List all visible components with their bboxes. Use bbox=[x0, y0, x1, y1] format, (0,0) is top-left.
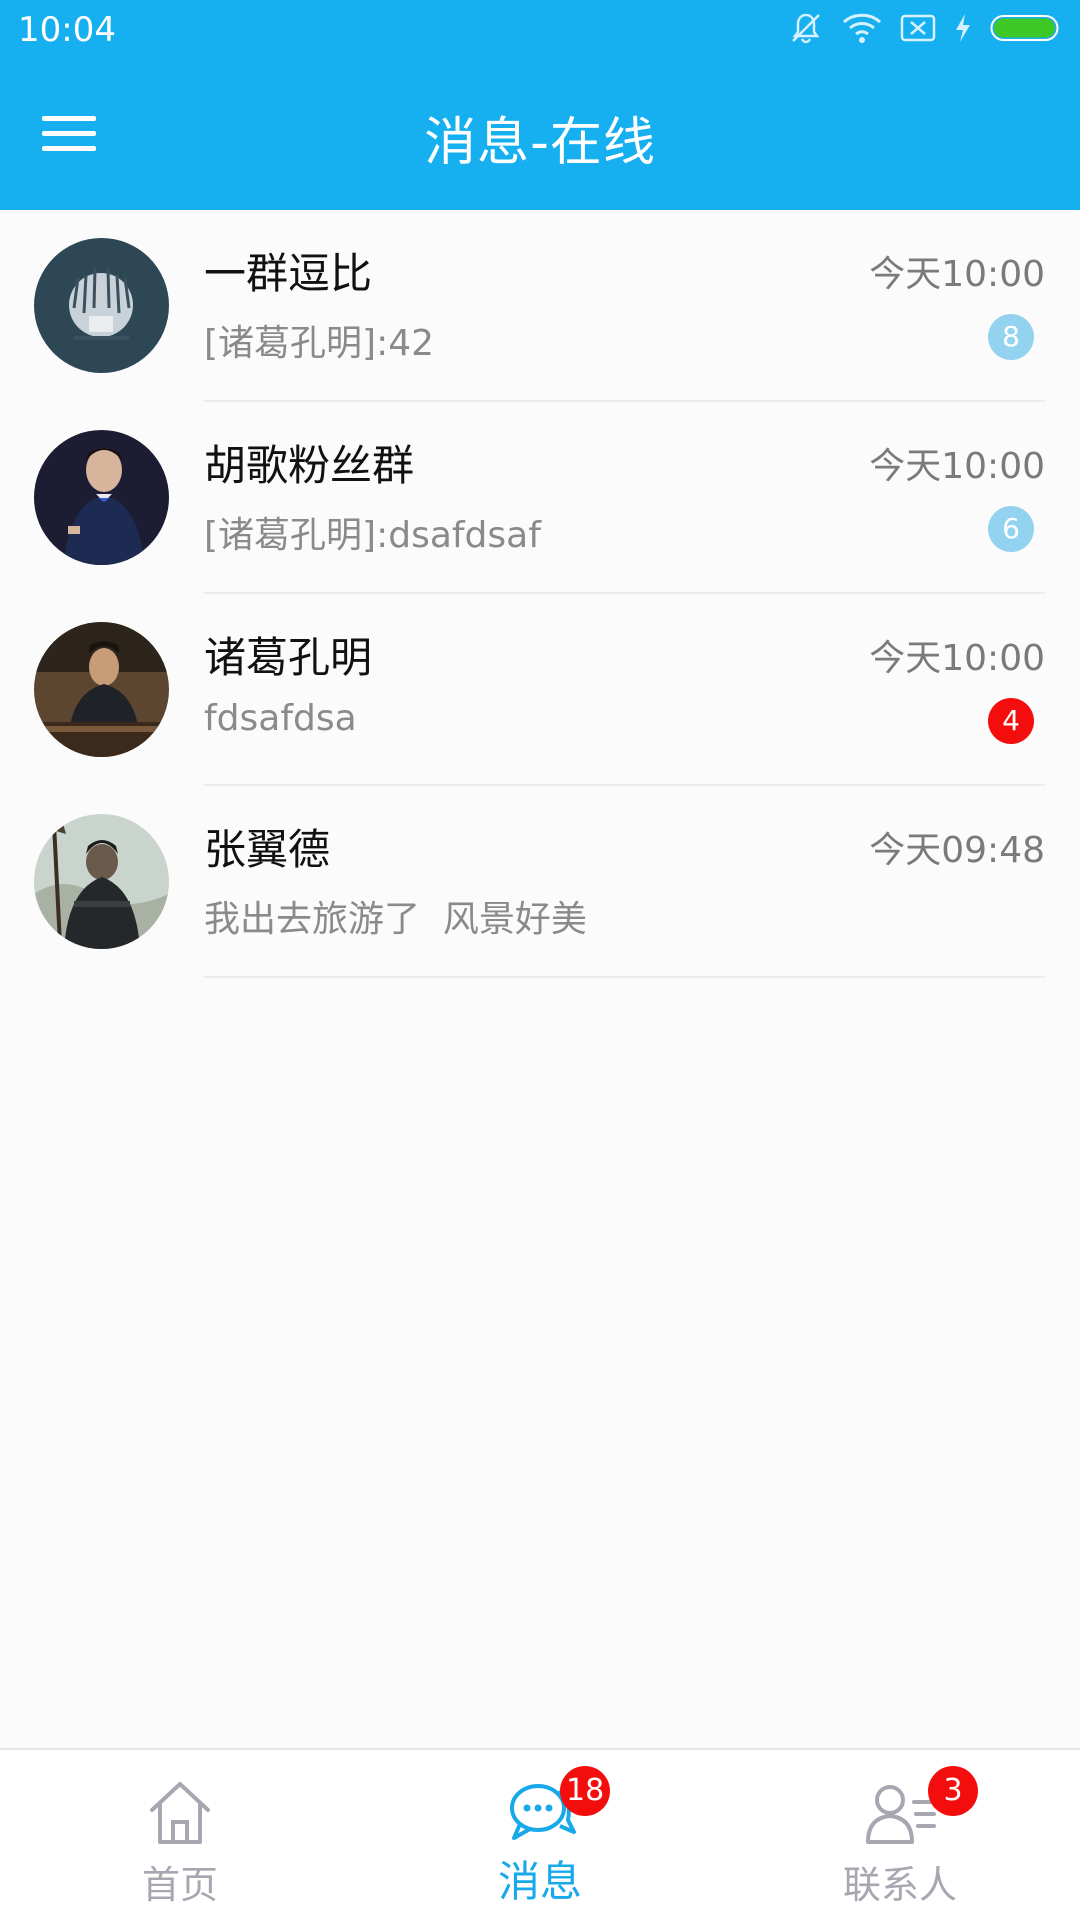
conversation-item[interactable]: 张翼德 今天09:48 我出去旅游了 风景好美 bbox=[0, 786, 1080, 978]
battery-icon bbox=[990, 13, 1062, 47]
unread-badge: 6 bbox=[988, 506, 1034, 552]
wifi-icon bbox=[842, 12, 882, 48]
group-avatar bbox=[34, 430, 169, 565]
conversation-list: 一群逗比 今天10:00 [诸葛孔明]:42 8 胡歌粉丝群 今天10:00 [… bbox=[0, 210, 1080, 978]
page-title: 消息-在线 bbox=[424, 113, 656, 173]
conversation-preview: [诸葛孔明]:dsafdsaf bbox=[204, 515, 541, 556]
conversation-time: 今天09:48 bbox=[869, 830, 1045, 871]
divider bbox=[204, 976, 1045, 978]
nav-badge: 18 bbox=[560, 1766, 611, 1816]
conversation-item[interactable]: 一群逗比 今天10:00 [诸葛孔明]:42 8 bbox=[0, 210, 1080, 402]
nav-label: 首页 bbox=[141, 1863, 218, 1907]
conversation-name: 诸葛孔明 bbox=[204, 633, 373, 682]
group-avatar bbox=[34, 238, 169, 373]
charging-icon bbox=[954, 13, 972, 47]
no-sim-icon bbox=[900, 13, 936, 47]
nav-badge: 3 bbox=[928, 1766, 978, 1816]
status-icons bbox=[788, 12, 1062, 48]
conversation-preview: [诸葛孔明]:42 bbox=[204, 323, 435, 364]
user-avatar bbox=[34, 814, 169, 949]
user-avatar bbox=[34, 622, 169, 757]
bottom-nav: 首页 18 消息 3 联系人 bbox=[0, 1748, 1080, 1920]
app-bar: 10:04 消息-在线 bbox=[0, 0, 1080, 210]
nav-label: 联系人 bbox=[842, 1863, 957, 1907]
conversation-time: 今天10:00 bbox=[869, 254, 1045, 295]
unread-badge: 8 bbox=[988, 314, 1034, 360]
nav-home[interactable]: 首页 bbox=[0, 1750, 360, 1920]
status-time: 10:04 bbox=[18, 10, 116, 50]
unread-badge: 4 bbox=[988, 698, 1034, 744]
mute-icon bbox=[788, 10, 824, 50]
conversation-time: 今天10:00 bbox=[869, 446, 1045, 487]
conversation-item[interactable]: 诸葛孔明 今天10:00 fdsafdsa 4 bbox=[0, 594, 1080, 786]
home-icon bbox=[140, 1778, 220, 1848]
conversation-preview: 我出去旅游了 风景好美 bbox=[204, 899, 587, 940]
conversation-name: 一群逗比 bbox=[204, 249, 373, 298]
conversation-time: 今天10:00 bbox=[869, 638, 1045, 679]
conversation-preview: fdsafdsa bbox=[204, 698, 357, 739]
conversation-name: 胡歌粉丝群 bbox=[204, 441, 415, 490]
conversation-name: 张翼德 bbox=[204, 825, 331, 874]
nav-label: 消息 bbox=[497, 1857, 582, 1906]
nav-contacts[interactable]: 3 联系人 bbox=[720, 1750, 1080, 1920]
nav-messages[interactable]: 18 消息 bbox=[360, 1750, 720, 1920]
conversation-item[interactable]: 胡歌粉丝群 今天10:00 [诸葛孔明]:dsafdsaf 6 bbox=[0, 402, 1080, 594]
